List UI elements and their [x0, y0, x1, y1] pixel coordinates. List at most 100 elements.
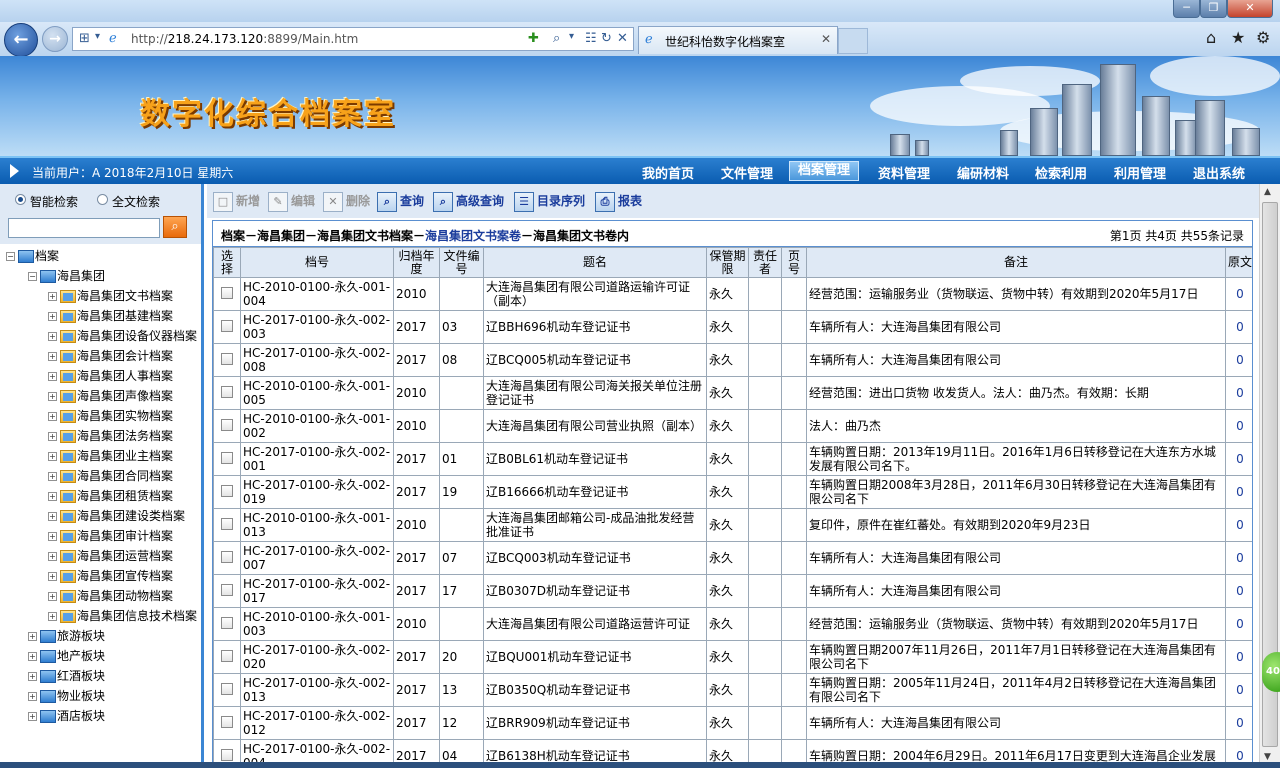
collapse-icon[interactable]: −: [6, 252, 15, 261]
row-select-checkbox[interactable]: [213, 640, 241, 674]
back-button[interactable]: ←: [4, 23, 38, 57]
cell-original-link[interactable]: 0: [1225, 475, 1252, 509]
expand-icon[interactable]: +: [48, 292, 57, 301]
checkbox[interactable]: [221, 385, 233, 398]
edit-button[interactable]: ✎ 编辑: [268, 190, 315, 212]
menu-home[interactable]: 我的首页: [642, 163, 694, 182]
fulltext-search-label[interactable]: 全文检索: [112, 193, 160, 210]
menu-compiled-materials[interactable]: 编研材料: [957, 163, 1009, 182]
compat-view-icon[interactable]: ☷: [585, 31, 597, 46]
row-select-checkbox[interactable]: [213, 376, 241, 410]
search-icon[interactable]: ⌕: [553, 31, 560, 46]
dropdown-icon[interactable]: ▾: [95, 31, 100, 42]
col-file-number[interactable]: 文件编号: [439, 247, 484, 278]
delete-button[interactable]: ✕ 删除: [323, 190, 370, 212]
table-row[interactable]: HC-2010-0100-永久-001-002 2010 大连海昌集团有限公司营业执…: [213, 409, 1252, 443]
smart-search-label[interactable]: 智能检索: [30, 193, 78, 210]
tree-section[interactable]: + 酒店板块: [28, 706, 105, 726]
table-row[interactable]: HC-2010-0100-永久-001-003 2010 大连海昌集团有限公司道路运…: [213, 607, 1252, 641]
expand-icon[interactable]: +: [48, 452, 57, 461]
expand-icon[interactable]: +: [48, 392, 57, 401]
tree-item[interactable]: + 海昌集团审计档案: [48, 526, 173, 546]
table-row[interactable]: HC-2010-0100-永久-001-005 2010 大连海昌集团有限公司海关报…: [213, 376, 1252, 410]
expand-icon[interactable]: +: [48, 472, 57, 481]
menu-use-management[interactable]: 利用管理: [1114, 163, 1166, 182]
expand-icon[interactable]: +: [48, 572, 57, 581]
cell-original-link[interactable]: 0: [1225, 409, 1252, 443]
col-owner[interactable]: 责任者: [748, 247, 782, 278]
cell-original-link[interactable]: 0: [1225, 607, 1252, 641]
tree-item[interactable]: + 海昌集团动物档案: [48, 586, 173, 606]
breadcrumb-link[interactable]: 海昌集团文书案卷: [425, 229, 521, 243]
row-select-checkbox[interactable]: [213, 673, 241, 707]
collapse-icon[interactable]: −: [28, 272, 37, 281]
col-note[interactable]: 备注: [806, 247, 1226, 278]
checkbox[interactable]: [221, 286, 233, 299]
tree-section[interactable]: + 红酒板块: [28, 666, 105, 686]
checkbox[interactable]: [221, 682, 233, 695]
checkbox[interactable]: [221, 616, 233, 629]
tree-item[interactable]: + 海昌集团租赁档案: [48, 486, 173, 506]
checkbox[interactable]: [221, 517, 233, 530]
expand-icon[interactable]: +: [48, 532, 57, 541]
new-tab-button[interactable]: [838, 28, 868, 54]
row-select-checkbox[interactable]: [213, 541, 241, 575]
checkbox[interactable]: [221, 352, 233, 365]
expand-icon[interactable]: +: [28, 672, 37, 681]
table-row[interactable]: HC-2010-0100-永久-001-013 2010 大连海昌集团邮箱公司-成品…: [213, 508, 1252, 542]
expand-icon[interactable]: +: [48, 412, 57, 421]
refresh-icon[interactable]: ↻: [601, 31, 612, 46]
table-row[interactable]: HC-2010-0100-永久-001-004 2010 大连海昌集团有限公司道路运…: [213, 277, 1252, 311]
col-code[interactable]: 档号: [240, 247, 394, 278]
tree-item[interactable]: + 海昌集团建设类档案: [48, 506, 185, 526]
forward-button[interactable]: →: [42, 26, 68, 52]
checkbox[interactable]: [221, 649, 233, 662]
cell-original-link[interactable]: 0: [1225, 310, 1252, 344]
tree-item[interactable]: + 海昌集团实物档案: [48, 406, 173, 426]
table-row[interactable]: HC-2017-0100-永久-002-012 2017 12 辽BRR909机动车登…: [213, 706, 1252, 740]
cell-original-link[interactable]: 0: [1225, 673, 1252, 707]
row-select-checkbox[interactable]: [213, 607, 241, 641]
stop-icon[interactable]: ✕: [617, 31, 628, 46]
checkbox[interactable]: [221, 583, 233, 596]
floating-badge[interactable]: 40: [1262, 652, 1280, 692]
cell-original-link[interactable]: 0: [1225, 508, 1252, 542]
report-button[interactable]: ⎙ 报表: [595, 190, 642, 212]
expand-icon[interactable]: +: [48, 512, 57, 521]
tree-item[interactable]: + 海昌集团合同档案: [48, 466, 173, 486]
close-window-button[interactable]: ✕: [1227, 0, 1273, 18]
checkbox[interactable]: [221, 748, 233, 761]
checkbox[interactable]: [221, 715, 233, 728]
tree-item[interactable]: + 海昌集团运营档案: [48, 546, 173, 566]
tree-group[interactable]: − 海昌集团: [28, 266, 105, 286]
menu-file-management[interactable]: 文件管理: [721, 163, 773, 182]
expand-icon[interactable]: +: [48, 592, 57, 601]
tree-section[interactable]: + 物业板块: [28, 686, 105, 706]
tree-item[interactable]: + 海昌集团设备仪器档案: [48, 326, 197, 346]
tab-close-icon[interactable]: ✕: [821, 32, 831, 46]
address-bar[interactable]: ⊞ ▾ ℯ http://218.24.173.120:8899/Main.ht…: [72, 27, 634, 51]
expand-icon[interactable]: +: [48, 332, 57, 341]
tree-item[interactable]: + 海昌集团业主档案: [48, 446, 173, 466]
fulltext-search-radio[interactable]: [97, 194, 108, 205]
row-select-checkbox[interactable]: [213, 409, 241, 443]
expand-icon[interactable]: +: [28, 632, 37, 641]
scroll-down-icon[interactable]: ▼: [1264, 752, 1271, 762]
advanced-query-button[interactable]: ⌕ 高级查询: [433, 190, 504, 212]
table-row[interactable]: HC-2017-0100-永久-002-019 2017 19 辽B16666机动车登…: [213, 475, 1252, 509]
smart-search-radio[interactable]: [15, 194, 26, 205]
cell-original-link[interactable]: 0: [1225, 541, 1252, 575]
search-dropdown-icon[interactable]: ▾: [569, 31, 574, 42]
expand-icon[interactable]: +: [48, 432, 57, 441]
tree-item[interactable]: + 海昌集团信息技术档案: [48, 606, 197, 626]
col-select[interactable]: 选择: [213, 247, 241, 278]
tree-item[interactable]: + 海昌集团宣传档案: [48, 566, 173, 586]
expand-icon[interactable]: +: [48, 552, 57, 561]
checkbox[interactable]: [221, 451, 233, 464]
add-button[interactable]: □ 新增: [213, 190, 260, 212]
tree-section[interactable]: + 地产板块: [28, 646, 105, 666]
row-select-checkbox[interactable]: [213, 343, 241, 377]
row-select-checkbox[interactable]: [213, 310, 241, 344]
cell-original-link[interactable]: 0: [1225, 376, 1252, 410]
cell-original-link[interactable]: 0: [1225, 343, 1252, 377]
